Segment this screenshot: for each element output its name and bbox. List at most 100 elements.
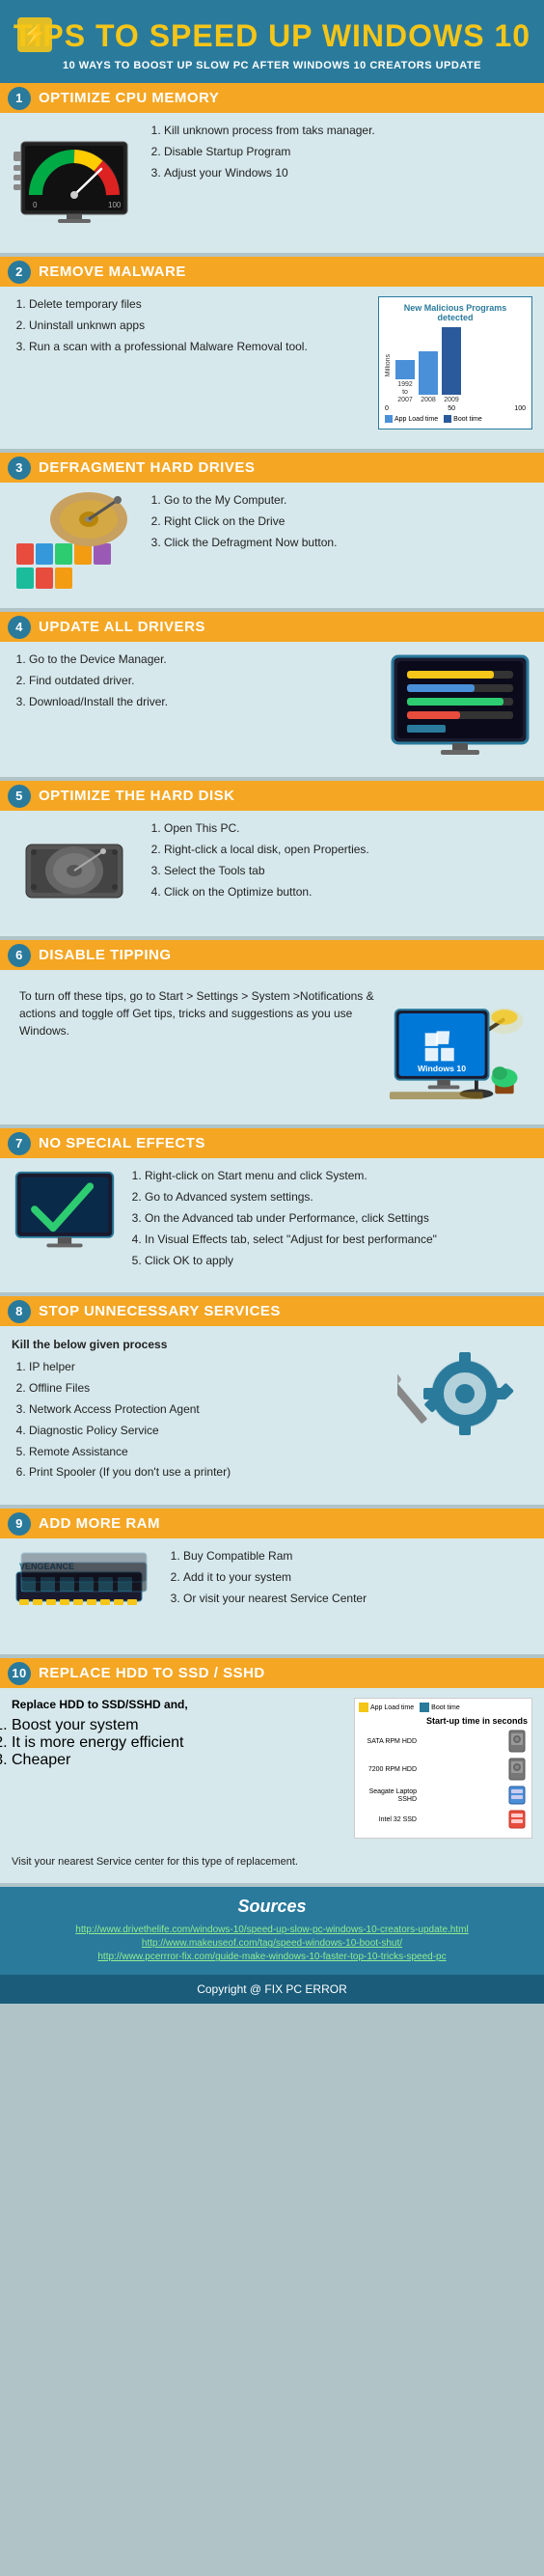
list-item: Right-click a local disk, open Propertie… — [164, 842, 532, 858]
section-2-steps: Delete temporary files Uninstall unknwn … — [12, 296, 368, 359]
section-5: 5 OPTIMIZE THE HARD DISK — [0, 781, 544, 936]
section-4-steps: Go to the Device Manager. Find outdated … — [12, 651, 378, 714]
section-1-steps: Kill unknown process from taks manager. … — [147, 123, 532, 185]
list-item: Remote Assistance — [29, 1444, 388, 1460]
sources-link-3[interactable]: http://www.pcerrror-fix.com/guide-make-w… — [15, 1952, 529, 1962]
section-10-outro: Visit your nearest Service center for th… — [12, 1856, 298, 1868]
ssd-bar-row-1: SATA RPM HDD — [359, 1730, 528, 1755]
gear-image — [397, 1336, 532, 1452]
list-item: Go to the Device Manager. — [29, 651, 378, 668]
sources-link-2[interactable]: http://www.makeuseof.com/tag/speed-windo… — [15, 1938, 529, 1949]
list-item: Delete temporary files — [29, 296, 368, 313]
legend-boot: Boot time — [444, 415, 482, 423]
section-1-title: OPTIMIZE CPU MEMORY — [39, 90, 219, 106]
chart-y-label: Millions — [385, 354, 392, 376]
section-8: 8 STOP UNNECESSARY SERVICES Kill the bel… — [0, 1296, 544, 1505]
chart-title: New Malicious Programs detected — [385, 303, 526, 322]
section-4-content: Go to the Device Manager. Find outdated … — [0, 642, 544, 767]
cpu-gauge: 0 100 — [12, 123, 137, 234]
list-item: Cheaper — [12, 1752, 344, 1769]
bar-label-1: 1992to2007 — [397, 381, 413, 403]
ssd-bar-label-3: Seagate Laptop SSHD — [359, 1788, 417, 1803]
section-7-number: 7 — [8, 1132, 31, 1155]
section-2-number: 2 — [8, 261, 31, 284]
checkmark-image — [12, 1168, 118, 1255]
ram-image: VENGEANCE — [12, 1548, 156, 1635]
section-10-title: REPLACE HDD TO SSD / SSHD — [39, 1665, 265, 1681]
legend-app: App Load time — [385, 415, 438, 423]
list-item: IP helper — [29, 1359, 388, 1375]
list-item: Right Click on the Drive — [164, 513, 532, 530]
section-1-content: 0 100 Kill unknown process from taks man… — [0, 113, 544, 243]
section-8-number: 8 — [8, 1300, 31, 1323]
section-7-title: NO SPECIAL EFFECTS — [39, 1135, 205, 1151]
section-3-steps: Go to the My Computer. Right Click on th… — [147, 492, 532, 555]
list-item: Offline Files — [29, 1380, 388, 1397]
section-2-title: REMOVE MALWARE — [39, 263, 186, 280]
monitor-image — [388, 651, 532, 758]
ssd-bar-label-4: Intel 32 SSD — [359, 1816, 417, 1824]
list-item: Buy Compatible Ram — [183, 1548, 532, 1565]
list-item: Boost your system — [12, 1717, 344, 1734]
section-8-content: Kill the below given process IP helper O… — [0, 1326, 544, 1495]
section-6-paragraph: To turn off these tips, go to Start > Se… — [19, 987, 374, 1039]
chart-bar-3: 2009 — [442, 327, 461, 404]
ssd-bar-sshd-img — [508, 1786, 528, 1807]
ssd-bar-row-2: 7200 RPM HDD — [359, 1758, 528, 1783]
ssd-chart-title: Start-up time in seconds — [359, 1716, 528, 1726]
list-item: Go to the My Computer. — [164, 492, 532, 509]
section-10-text: Replace HDD to SSD/SSHD and, Boost your … — [12, 1698, 344, 1839]
ssd-bar-ssd-img — [508, 1810, 528, 1831]
list-item: Click on the Optimize button. — [164, 884, 532, 900]
sources-link-1[interactable]: http://www.drivethelife.com/windows-10/s… — [15, 1925, 529, 1935]
list-item: Select the Tools tab — [164, 863, 532, 879]
chart-legend: App Load time Boot time — [385, 415, 526, 423]
page-title: Tips to Speed Up Windows 10 — [10, 17, 534, 54]
list-item: Network Access Protection Agent — [29, 1401, 388, 1418]
section-4: 4 UPDATE ALL DRIVERS Go to the Device Ma… — [0, 612, 544, 777]
section-10-content: Replace HDD to SSD/SSHD and, Boost your … — [0, 1688, 544, 1873]
list-item: Click the Defragment Now button. — [164, 535, 532, 551]
list-item: Or visit your nearest Service Center — [183, 1591, 532, 1607]
section-5-steps: Open This PC. Right-click a local disk, … — [147, 820, 532, 904]
ssd-bar-hdd-img — [508, 1730, 528, 1755]
section-8-title: STOP UNNECESSARY SERVICES — [39, 1303, 281, 1319]
section-1-header: 1 OPTIMIZE CPU MEMORY — [0, 83, 544, 113]
section-7: 7 NO SPECIAL EFFECTS Right-click on Star… — [0, 1128, 544, 1292]
section-5-number: 5 — [8, 785, 31, 808]
ssd-chart: App Load time Boot time Start-up time in… — [354, 1698, 532, 1839]
svg-text:100: 100 — [108, 201, 122, 209]
section-6-content: To turn off these tips, go to Start > Se… — [0, 970, 544, 1115]
section-9-header: 9 ADD MORE RAM — [0, 1509, 544, 1538]
section-10-number: 10 — [8, 1662, 31, 1685]
section-1-number: 1 — [8, 87, 31, 110]
ssd-bar-row-4: Intel 32 SSD — [359, 1810, 528, 1831]
list-item: Right-click on Start menu and click Syst… — [145, 1168, 532, 1184]
list-item: On the Advanced tab under Performance, c… — [145, 1210, 532, 1227]
sources-section: Sources http://www.drivethelife.com/wind… — [0, 1887, 544, 1975]
page-footer: Copyright @ FIX PC ERROR — [0, 1975, 544, 2004]
section-6-header: 6 DISABLE TIPPING — [0, 940, 544, 970]
svg-text:0: 0 — [33, 201, 38, 209]
list-item: Add it to your system — [183, 1569, 532, 1586]
list-item: Run a scan with a professional Malware R… — [29, 339, 368, 355]
chart-bar-1: 1992to2007 — [395, 360, 415, 403]
section-3-title: DEFRAGMENT HARD DRIVES — [39, 459, 255, 476]
section-7-header: 7 NO SPECIAL EFFECTS — [0, 1128, 544, 1158]
page-header: ⚡ Tips to Speed Up Windows 10 10 WAYS TO… — [0, 0, 544, 83]
svg-text:Windows 10: Windows 10 — [418, 1064, 466, 1073]
section-6-title: DISABLE TIPPING — [39, 947, 172, 963]
section-6-number: 6 — [8, 944, 31, 967]
list-item: Adjust your Windows 10 — [164, 165, 532, 181]
bar-label-2: 2008 — [421, 397, 436, 404]
bar-label-3: 2009 — [444, 397, 459, 404]
list-item: In Visual Effects tab, select "Adjust fo… — [145, 1232, 532, 1248]
hdd2-image — [12, 820, 137, 917]
section-9-number: 9 — [8, 1512, 31, 1536]
section-5-title: OPTIMIZE THE HARD DISK — [39, 788, 235, 804]
list-item: Download/Install the driver. — [29, 694, 378, 710]
section-4-header: 4 UPDATE ALL DRIVERS — [0, 612, 544, 642]
chart-bars: 1992to2007 2008 2009 — [395, 326, 526, 403]
section-4-title: UPDATE ALL DRIVERS — [39, 619, 205, 635]
list-item: Diagnostic Policy Service — [29, 1423, 388, 1439]
